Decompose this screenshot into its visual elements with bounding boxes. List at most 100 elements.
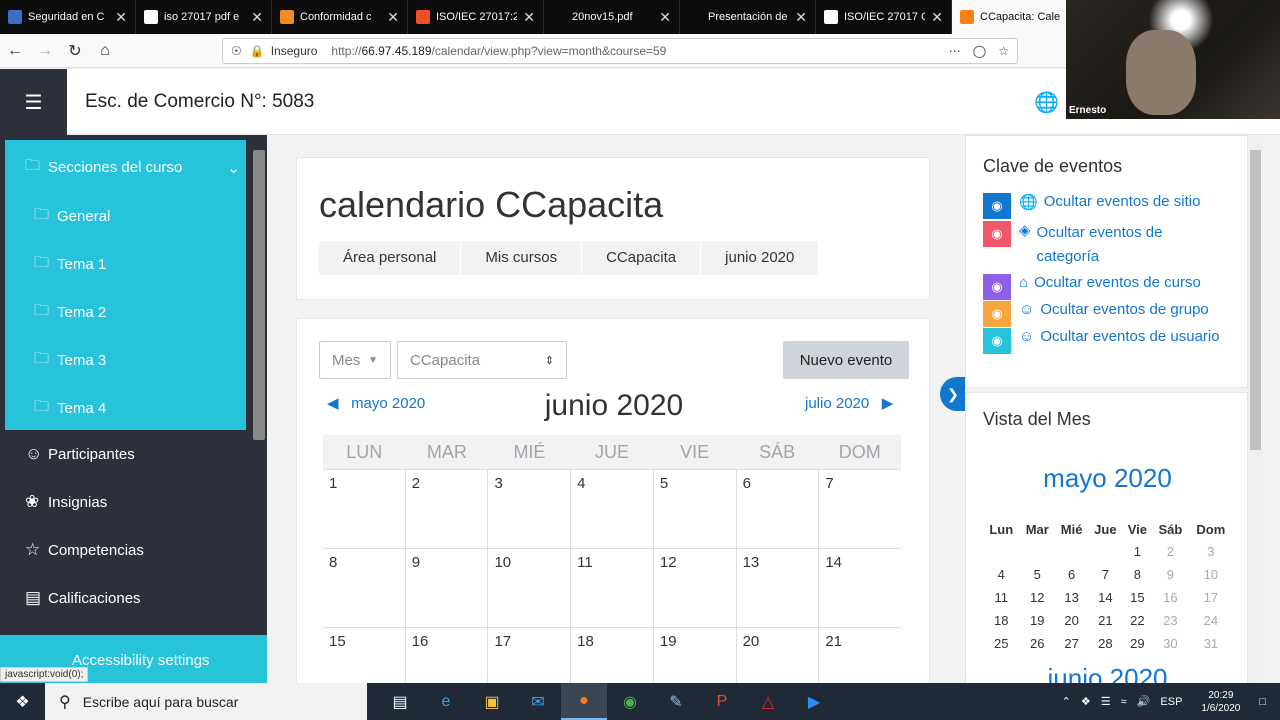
browser-tab[interactable]: iso 27017 pdf e ✕ xyxy=(136,0,272,34)
page-scroll-thumb[interactable] xyxy=(1250,150,1261,450)
eye-toggle-icon[interactable]: ◉ xyxy=(983,193,1011,219)
zoom-icon[interactable]: ▶ xyxy=(791,683,837,720)
drawer-item-link[interactable]: ▤ Calificaciones xyxy=(25,588,141,608)
mini-day-cell[interactable]: 5 xyxy=(1020,563,1055,586)
mini-day-cell[interactable]: 29 xyxy=(1123,632,1153,655)
browser-tab[interactable]: Presentación de Po ✕ xyxy=(680,0,816,34)
close-tab-icon[interactable]: ✕ xyxy=(659,9,671,26)
edge-icon[interactable]: e xyxy=(423,683,469,720)
mini-day-cell[interactable]: 13 xyxy=(1055,586,1088,609)
next-month-link[interactable]: julio 2020 ▶ xyxy=(805,394,893,412)
wifi-icon[interactable]: ≈ xyxy=(1121,696,1127,708)
calendar-day-cell[interactable]: 19 xyxy=(654,628,737,683)
mini-day-cell[interactable]: 16 xyxy=(1152,586,1189,609)
url-text[interactable]: http://66.97.45.189/calendar/view.php?vi… xyxy=(331,44,666,58)
mini-day-cell[interactable]: 14 xyxy=(1088,586,1122,609)
event-key-label[interactable]: Ocultar eventos de sitio xyxy=(1044,193,1201,210)
eye-toggle-icon[interactable]: ◉ xyxy=(983,301,1011,327)
mini-day-cell[interactable]: 8 xyxy=(1123,563,1153,586)
calendar-day-cell[interactable]: 2 xyxy=(406,470,489,548)
mini-day-cell[interactable]: 11 xyxy=(983,586,1020,609)
mini-day-cell[interactable]: 21 xyxy=(1088,609,1122,632)
drawer-item-course-sections[interactable]: 🗀 Secciones del curso ⌄ xyxy=(25,155,240,180)
drawer-item-section[interactable]: 🗀 Tema 3 xyxy=(34,348,106,373)
dropbox-icon[interactable]: ❖ xyxy=(1081,695,1091,708)
reload-icon[interactable]: ↻ xyxy=(60,36,90,66)
drawer-item-link[interactable]: ☺ Participantes xyxy=(25,444,135,464)
calendar-day-cell[interactable]: 8 xyxy=(323,549,406,627)
url-bar[interactable]: ☉ 🔒 Inseguro http://66.97.45.189/calenda… xyxy=(222,37,1018,64)
page-actions-icon[interactable]: ⋯ xyxy=(949,44,961,58)
mail-icon[interactable]: ✉ xyxy=(515,683,561,720)
powerpoint-icon[interactable]: P xyxy=(699,683,745,720)
forward-icon[interactable]: → xyxy=(30,36,60,66)
drawer-item-link[interactable]: ❀ Insignias xyxy=(25,492,107,512)
event-key-label[interactable]: Ocultar eventos de curso xyxy=(1034,274,1201,291)
close-tab-icon[interactable]: ✕ xyxy=(795,9,807,26)
mini-day-cell[interactable]: 22 xyxy=(1123,609,1153,632)
browser-tab[interactable]: Conformidad c ✕ xyxy=(272,0,408,34)
breadcrumb-item[interactable]: Área personal xyxy=(319,241,462,275)
event-key-label[interactable]: Ocultar eventos de grupo xyxy=(1040,301,1208,318)
calendar-day-cell[interactable]: 9 xyxy=(406,549,489,627)
volume-icon[interactable]: 🔊 xyxy=(1137,695,1151,708)
menu-toggle-icon[interactable]: ☰ xyxy=(0,69,67,135)
mini-day-cell[interactable]: 17 xyxy=(1189,586,1233,609)
calendar-day-cell[interactable]: 7 xyxy=(819,470,901,548)
mini-day-cell[interactable]: 26 xyxy=(1020,632,1055,655)
file-explorer-icon[interactable]: ▣ xyxy=(469,683,515,720)
mini-day-cell[interactable]: 1 xyxy=(1123,540,1153,563)
chrome-icon[interactable]: ◉ xyxy=(607,683,653,720)
breadcrumb-item[interactable]: CCapacita xyxy=(582,241,702,275)
mini-day-cell[interactable]: 6 xyxy=(1055,563,1088,586)
close-tab-icon[interactable]: ✕ xyxy=(387,9,399,26)
new-event-button[interactable]: Nuevo evento xyxy=(783,341,909,379)
calendar-day-cell[interactable]: 11 xyxy=(571,549,654,627)
drawer-item-section[interactable]: 🗀 Tema 2 xyxy=(34,300,106,325)
mini-day-cell[interactable]: 24 xyxy=(1189,609,1233,632)
calendar-day-cell[interactable]: 16 xyxy=(406,628,489,683)
mini-day-cell[interactable]: 20 xyxy=(1055,609,1088,632)
mini-day-cell[interactable]: 7 xyxy=(1088,563,1122,586)
drawer-item-section[interactable]: 🗀 Tema 1 xyxy=(34,252,106,277)
notifications-icon[interactable]: □ xyxy=(1259,696,1266,708)
event-key-label[interactable]: Ocultar eventos de usuario xyxy=(1040,328,1219,345)
eye-toggle-icon[interactable]: ◉ xyxy=(983,274,1011,300)
calendar-day-cell[interactable]: 18 xyxy=(571,628,654,683)
calendar-day-cell[interactable]: 6 xyxy=(737,470,820,548)
pocket-icon[interactable]: ◯ xyxy=(973,44,986,58)
calendar-day-cell[interactable]: 4 xyxy=(571,470,654,548)
drawer-scroll-thumb[interactable] xyxy=(253,150,265,440)
back-icon[interactable]: ← xyxy=(0,36,30,66)
mini-day-cell[interactable]: 23 xyxy=(1152,609,1189,632)
browser-tab[interactable]: ISO/IEC 27017:2 ✕ xyxy=(408,0,544,34)
site-name[interactable]: Esc. de Comercio N°: 5083 xyxy=(85,91,314,113)
drawer-item-link[interactable]: ☆ Competencias xyxy=(25,540,144,560)
mini-day-cell[interactable]: 15 xyxy=(1123,586,1153,609)
mini-day-cell[interactable]: 3 xyxy=(1189,540,1233,563)
task-view-icon[interactable]: ▤ xyxy=(377,683,423,720)
chevron-down-icon[interactable]: ⌄ xyxy=(227,159,240,177)
view-select[interactable]: Mes ▼ xyxy=(319,341,391,379)
language-indicator[interactable]: ESP xyxy=(1160,696,1182,708)
calendar-day-cell[interactable]: 3 xyxy=(488,470,572,548)
calendar-day-cell[interactable]: 1 xyxy=(323,470,406,548)
tray-chevron-icon[interactable]: ⌃ xyxy=(1062,695,1071,708)
clock[interactable]: 20:29 1/6/2020 xyxy=(1201,689,1240,715)
mini-day-cell[interactable]: 27 xyxy=(1055,632,1088,655)
close-tab-icon[interactable]: ✕ xyxy=(523,9,535,26)
calendar-day-cell[interactable]: 12 xyxy=(654,549,737,627)
breadcrumb-item[interactable]: junio 2020 xyxy=(701,241,820,275)
calendar-day-cell[interactable]: 21 xyxy=(819,628,901,683)
calendar-day-cell[interactable]: 15 xyxy=(323,628,406,683)
event-key-label[interactable]: Ocultar eventos de categoría xyxy=(1037,221,1193,269)
notes-icon[interactable]: ✎ xyxy=(653,683,699,720)
calendar-day-cell[interactable]: 20 xyxy=(737,628,820,683)
mini-day-cell[interactable]: 4 xyxy=(983,563,1020,586)
browser-tab[interactable]: 20nov15.pdf ✕ xyxy=(544,0,680,34)
eye-toggle-icon[interactable]: ◉ xyxy=(983,328,1011,354)
blocks-toggle-icon[interactable]: ❯ xyxy=(940,377,965,411)
network-icon[interactable]: ☰ xyxy=(1101,695,1111,708)
mini-day-cell[interactable]: 25 xyxy=(983,632,1020,655)
bookmark-star-icon[interactable]: ☆ xyxy=(998,44,1009,58)
